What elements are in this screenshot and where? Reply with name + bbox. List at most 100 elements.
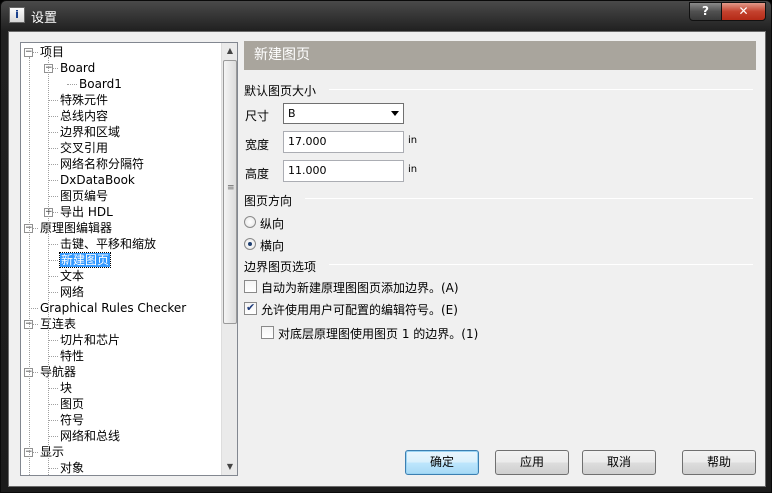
page-size-section-label: 默认图页大小	[244, 84, 317, 98]
tree-connector	[48, 244, 58, 245]
scroll-thumb[interactable]: ≡	[223, 60, 237, 324]
auto-border-checkbox[interactable]	[244, 280, 257, 293]
tree-item[interactable]: 边界和区域	[60, 124, 120, 140]
scroll-down-arrow-icon[interactable]: ▼	[222, 459, 237, 475]
tree-item-label: 原理图编辑器	[40, 221, 113, 235]
settings-tree[interactable]: ▲ ≡ ▼ 项目 − Board − Board1 特殊元件 总线内容 边界和区域 交叉引用 网络…	[20, 42, 238, 476]
tree-item[interactable]: 特性	[60, 348, 84, 364]
title-bar[interactable]: i 设置 ? ✕	[1, 1, 772, 31]
tree-item-label: 导航器	[40, 365, 77, 379]
tree-connector	[48, 292, 58, 293]
border-divider	[329, 264, 753, 265]
landscape-label[interactable]: 横向	[260, 237, 284, 254]
tree-item[interactable]: 原理图编辑器	[40, 220, 112, 236]
size-select[interactable]: B	[283, 103, 404, 124]
tree-connector	[48, 180, 58, 181]
tree-item-label: Graphical Rules Checker	[40, 301, 187, 315]
tree-item-label: 网络名称分隔符	[60, 157, 145, 171]
tree-item[interactable]: 交叉引用	[60, 140, 108, 156]
tree-connector	[67, 84, 77, 85]
tree-item-label: DxDataBook	[60, 173, 135, 187]
help-title-button[interactable]: ?	[689, 2, 722, 21]
tree-item[interactable]: 显示	[40, 444, 64, 460]
tree-item-label: 符号	[60, 413, 85, 427]
tree-item[interactable]: Graphical Rules Checker	[40, 300, 186, 316]
tree-guide-line	[48, 57, 49, 475]
ok-button[interactable]: 确定	[405, 450, 479, 475]
tree-item-label: 总线内容	[60, 109, 109, 123]
tree-connector	[48, 468, 58, 469]
app-info-icon: i	[9, 7, 25, 23]
cancel-button[interactable]: 取消	[582, 450, 656, 475]
tree-item[interactable]: 网络	[60, 284, 84, 300]
tree-item-label: 边界和区域	[60, 125, 121, 139]
chevron-down-icon	[391, 111, 399, 116]
tree-connector	[48, 340, 58, 341]
tree-item[interactable]: 新建图页	[58, 252, 112, 268]
height-input[interactable]: 11.000	[283, 160, 404, 182]
tree-item[interactable]: 网络名称分隔符	[60, 156, 144, 172]
tree-item[interactable]: 互连表	[40, 316, 76, 332]
scroll-up-arrow-icon[interactable]: ▲	[222, 43, 237, 59]
size-label: 尺寸	[245, 109, 270, 123]
sheet1-border-label[interactable]: 对底层原理图使用图页 1 的边界。(1)	[278, 325, 478, 342]
tree-connector	[48, 196, 58, 197]
tree-item-label: 图页编号	[60, 189, 109, 203]
orientation-section-label: 图页方向	[244, 194, 293, 208]
tree-item[interactable]: 对象	[60, 460, 84, 475]
tree-scrollbar[interactable]: ▲ ≡ ▼	[221, 43, 237, 475]
user-symbols-checkbox[interactable]	[244, 301, 257, 315]
tree-item-label: 网络和总线	[60, 429, 121, 443]
landscape-radio[interactable]	[244, 238, 256, 250]
tree-item[interactable]: Board	[60, 60, 95, 76]
tree-item-label: 项目	[40, 45, 65, 59]
tree-item[interactable]: 项目	[40, 44, 64, 60]
height-unit: in	[408, 164, 418, 175]
tree-item[interactable]: Board1	[79, 76, 122, 92]
tree-item-label: 互连表	[40, 317, 77, 331]
width-input[interactable]: 17.000	[283, 131, 404, 153]
tree-item[interactable]: 导出 HDL	[60, 204, 113, 220]
tree-item-label: 切片和芯片	[60, 333, 121, 347]
tree-item[interactable]: 击键、平移和缩放	[60, 236, 156, 252]
panel-title: 新建图页	[244, 41, 756, 70]
tree-item[interactable]: 图页编号	[60, 188, 108, 204]
tree-connector	[48, 436, 58, 437]
tree-item-label: Board	[60, 61, 96, 75]
tree-connector	[48, 132, 58, 133]
tree-connector	[48, 164, 58, 165]
portrait-label[interactable]: 纵向	[260, 215, 284, 232]
width-unit: in	[408, 135, 418, 146]
tree-item[interactable]: 切片和芯片	[60, 332, 120, 348]
tree-item[interactable]: DxDataBook	[60, 172, 135, 188]
tree-item[interactable]: 图页	[60, 396, 84, 412]
tree-item-label: 击键、平移和缩放	[60, 237, 157, 251]
auto-border-label[interactable]: 自动为新建原理图图页添加边界。(A)	[261, 279, 459, 296]
help-button[interactable]: 帮助	[682, 450, 756, 475]
apply-button[interactable]: 应用	[495, 450, 569, 475]
tree-item-label: 导出 HDL	[60, 205, 113, 219]
tree-item-label: 网络	[60, 285, 85, 299]
tree-item-label: Board1	[79, 77, 122, 91]
tree-item[interactable]: 特殊元件	[60, 92, 108, 108]
tree-connector	[48, 404, 58, 405]
tree-item[interactable]: 总线内容	[60, 108, 108, 124]
close-button[interactable]: ✕	[721, 2, 766, 21]
border-section-label: 边界图页选项	[244, 260, 317, 274]
tree-item[interactable]: 网络和总线	[60, 428, 120, 444]
tree-connector	[48, 388, 58, 389]
tree-item[interactable]: 符号	[60, 412, 84, 428]
tree-item[interactable]: 导航器	[40, 364, 76, 380]
tree-connector	[48, 420, 58, 421]
tree-item-label: 文本	[60, 269, 85, 283]
user-symbols-label[interactable]: 允许使用用户可配置的编辑符号。(E)	[261, 301, 458, 318]
sheet1-border-checkbox[interactable]	[261, 326, 274, 339]
tree-item-label: 特殊元件	[60, 93, 109, 107]
tree-item[interactable]: 文本	[60, 268, 84, 284]
tree-guide-line	[29, 57, 30, 475]
tree-connector	[29, 308, 38, 309]
height-label: 高度	[245, 167, 270, 181]
tree-item[interactable]: 块	[60, 380, 72, 396]
portrait-radio[interactable]	[244, 216, 256, 228]
collapse-icon[interactable]: −	[24, 48, 33, 57]
